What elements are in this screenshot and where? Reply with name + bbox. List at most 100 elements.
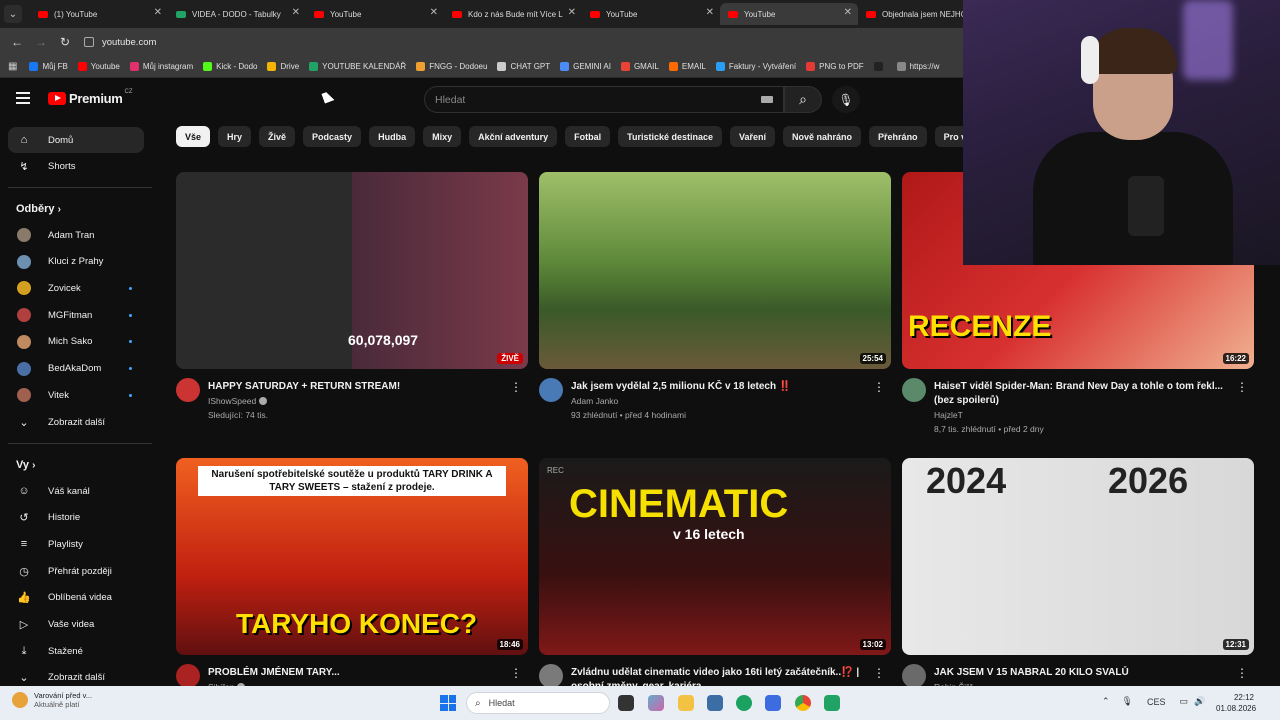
browser-tab[interactable]: VIDEA - DODO - Tabulky ✕: [168, 3, 306, 25]
filter-chip[interactable]: Podcasty: [303, 126, 362, 147]
chevron-up-icon[interactable]: ⌃: [1102, 696, 1110, 707]
bookmark-item[interactable]: FNGG - Dodoeu: [416, 62, 487, 71]
tab-search-button[interactable]: ⌄: [4, 5, 22, 23]
filter-chip[interactable]: Hudba: [369, 126, 416, 147]
channel-avatar[interactable]: [902, 378, 926, 402]
sidebar-item-subscription[interactable]: Zovicek: [8, 275, 144, 301]
video-title[interactable]: Jak jsem vydělal 2,5 milionu KČ v 18 let…: [571, 380, 871, 394]
bookmark-item[interactable]: CHAT GPT: [497, 62, 550, 71]
url-field[interactable]: youtube.com: [84, 37, 156, 48]
browser-tab[interactable]: YouTube ✕: [582, 3, 720, 25]
mic-tray-icon[interactable]: 🎙: [1122, 696, 1133, 707]
bookmark-item[interactable]: Můj instagram: [129, 62, 193, 71]
video-thumbnail[interactable]: 2024 2026 12:31: [902, 458, 1254, 655]
volume-icon[interactable]: 🔊: [1194, 696, 1205, 707]
store-icon[interactable]: [765, 695, 781, 711]
sidebar-item-subscription[interactable]: Adam Tran: [8, 222, 144, 248]
bookmark-item[interactable]: [873, 62, 887, 71]
sidebar-item-you[interactable]: ☺ Váš kanál: [8, 478, 144, 504]
sidebar-item-subscription[interactable]: BedAkaDom: [8, 356, 144, 382]
sidebar-item-subscription[interactable]: Kluci z Prahy: [8, 249, 144, 275]
filter-chip[interactable]: Mixy: [423, 126, 462, 147]
bookmark-item[interactable]: Faktury - Vytváření: [715, 62, 796, 71]
filter-chip[interactable]: Turistické destinace: [618, 126, 722, 147]
sidebar-item-you[interactable]: ◷ Přehrát později: [8, 558, 144, 584]
sidebar-item-you[interactable]: 👍 Oblíbená videa: [8, 585, 144, 611]
bookmark-item[interactable]: Drive: [267, 62, 299, 71]
bookmark-item[interactable]: GEMINI AI: [560, 62, 611, 71]
bookmark-item[interactable]: https://w: [896, 62, 939, 71]
apps-grid-icon[interactable]: ▦: [8, 61, 17, 72]
close-icon[interactable]: ✕: [568, 7, 576, 18]
sidebar-item-subscription[interactable]: Mich Sako: [8, 329, 144, 355]
language-indicator[interactable]: CES: [1147, 697, 1166, 707]
more-options-icon[interactable]: ⋮: [873, 380, 885, 394]
sidebar-item-shorts[interactable]: ↯ Shorts: [8, 153, 144, 179]
channel-name[interactable]: Adam Janko: [571, 396, 618, 406]
menu-icon[interactable]: [16, 92, 30, 107]
youtube-logo[interactable]: Premium CZ: [48, 89, 133, 106]
sidebar-item-home[interactable]: ⌂ Domů: [8, 127, 144, 153]
browser-tab[interactable]: Kdo z nás Bude mít Více L ✕: [444, 3, 582, 25]
bookmark-item[interactable]: GMAIL: [620, 62, 659, 71]
video-title[interactable]: HaiseT viděl Spider-Man: Brand New Day a…: [934, 380, 1234, 408]
channel-name[interactable]: IShowSpeed: [208, 396, 268, 406]
more-options-icon[interactable]: ⋮: [873, 666, 885, 680]
sidebar-item-subscription[interactable]: MGFitman: [8, 302, 144, 328]
start-button[interactable]: [440, 695, 456, 711]
close-icon[interactable]: ✕: [154, 7, 162, 18]
filter-chip[interactable]: Pro vás nové: [934, 126, 966, 147]
subscriptions-heading[interactable]: Odběry ›: [16, 203, 61, 215]
filter-chip[interactable]: Živě: [259, 126, 296, 147]
close-icon[interactable]: ✕: [430, 7, 438, 18]
back-icon[interactable]: ←: [8, 35, 26, 49]
bookmark-item[interactable]: Youtube: [77, 62, 120, 71]
bookmark-item[interactable]: Kick - Dodo: [203, 62, 257, 71]
settings-app-icon[interactable]: [707, 695, 723, 711]
copilot-icon[interactable]: [648, 695, 664, 711]
keyboard-icon[interactable]: [761, 96, 773, 103]
filter-chip[interactable]: Vše: [176, 126, 211, 147]
voice-search-button[interactable]: 🎙: [832, 86, 860, 113]
task-view-icon[interactable]: [618, 695, 634, 711]
chrome-icon[interactable]: [795, 695, 811, 711]
video-thumbnail[interactable]: 25:54: [539, 172, 891, 369]
search-button[interactable]: ⌕: [784, 86, 822, 113]
taskbar-search[interactable]: ⌕ Hledat: [466, 692, 610, 714]
bookmark-item[interactable]: PNG to PDF: [806, 62, 864, 71]
excel-icon[interactable]: [824, 695, 840, 711]
more-options-icon[interactable]: ⋮: [1236, 666, 1248, 680]
more-options-icon[interactable]: ⋮: [1236, 380, 1248, 394]
file-explorer-icon[interactable]: [678, 695, 694, 711]
channel-avatar[interactable]: [176, 664, 200, 688]
channel-name[interactable]: HajzleT: [934, 410, 963, 420]
bookmark-item[interactable]: YOUTUBE KALENDÁŘ: [309, 62, 406, 71]
forward-icon[interactable]: →: [32, 35, 50, 49]
channel-avatar[interactable]: [539, 664, 563, 688]
video-title[interactable]: PROBLÉM JMÉNEM TARY...: [208, 666, 508, 680]
video-thumbnail[interactable]: Narušení spotřebitelské soutěže u produk…: [176, 458, 528, 655]
sidebar-item-you[interactable]: ≡ Playlisty: [8, 531, 144, 557]
search-input[interactable]: Hledat: [424, 86, 784, 113]
sidebar-item-you[interactable]: ⤓ Stažené: [8, 638, 144, 664]
channel-avatar[interactable]: [539, 378, 563, 402]
filter-chip[interactable]: Hry: [218, 126, 252, 147]
video-title[interactable]: HAPPY SATURDAY + RETURN STREAM!: [208, 380, 508, 394]
close-icon[interactable]: ✕: [706, 7, 714, 18]
sidebar-item-you[interactable]: ↺ Historie: [8, 505, 144, 531]
bookmark-item[interactable]: EMAIL: [668, 62, 706, 71]
filter-chip[interactable]: Nově nahráno: [783, 126, 862, 147]
reload-icon[interactable]: ↻: [56, 35, 74, 49]
more-options-icon[interactable]: ⋮: [510, 666, 522, 680]
browser-tab[interactable]: YouTube ✕: [720, 3, 858, 25]
more-options-icon[interactable]: ⋮: [510, 380, 522, 394]
close-icon[interactable]: ✕: [292, 7, 300, 18]
browser-tab[interactable]: (1) YouTube ✕: [30, 3, 168, 25]
close-icon[interactable]: ✕: [844, 7, 852, 18]
sidebar-show-more-subscriptions[interactable]: ⌄ Zobrazit další: [8, 409, 144, 435]
browser-tab[interactable]: YouTube ✕: [306, 3, 444, 25]
video-title[interactable]: JAK JSEM V 15 NABRAL 20 KILO SVALŮ: [934, 666, 1234, 680]
clock[interactable]: 22:12 01.08.2026: [1216, 692, 1256, 714]
filter-chip[interactable]: Vaření: [730, 126, 776, 147]
sidebar-item-you[interactable]: ▷ Vaše videa: [8, 612, 144, 638]
